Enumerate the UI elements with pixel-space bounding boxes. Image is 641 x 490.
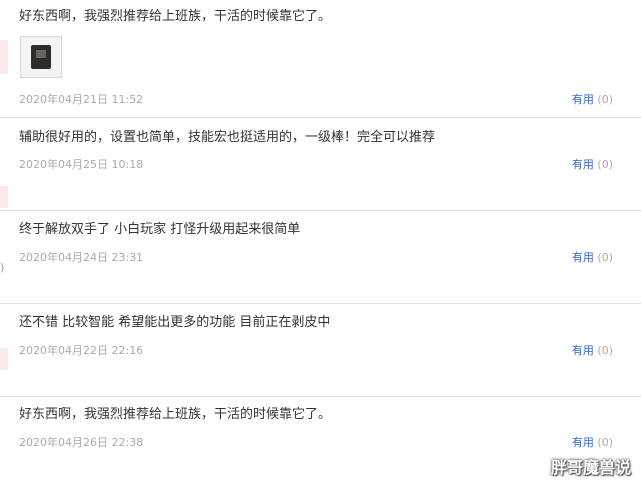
helpful-button[interactable]: 有用 (0) <box>572 93 613 107</box>
edge-artifact <box>0 186 8 208</box>
helpful-button[interactable]: 有用 (0) <box>572 158 613 172</box>
helpful-button[interactable]: 有用 (0) <box>572 344 613 358</box>
review-list: 好东西啊，我强烈推荐给上班族，干活的时候靠它了。 2020年04月21日 11:… <box>0 0 641 490</box>
review-text: 好东西啊，我强烈推荐给上班族，干活的时候靠它了。 <box>19 407 332 422</box>
review-item: 好东西啊，我强烈推荐给上班族，干活的时候靠它了。 2020年04月26日 22:… <box>0 397 641 490</box>
helpful-count: (0) <box>597 344 613 357</box>
review-text: 还不错 比较智能 希望能出更多的功能 目前正在剥皮中 <box>19 315 331 330</box>
edge-glyph: ) <box>0 261 5 274</box>
helpful-label[interactable]: 有用 <box>572 344 594 357</box>
edge-artifact <box>0 40 8 74</box>
review-item: 终于解放双手了 小白玩家 打怪升级用起来很简单 2020年04月24日 23:3… <box>0 211 641 303</box>
helpful-button[interactable]: 有用 (0) <box>572 251 613 265</box>
helpful-label[interactable]: 有用 <box>572 158 594 171</box>
review-item: 还不错 比较智能 希望能出更多的功能 目前正在剥皮中 2020年04月22日 2… <box>0 304 641 396</box>
helpful-label[interactable]: 有用 <box>572 436 594 449</box>
review-date: 2020年04月25日 10:18 <box>19 158 144 171</box>
helpful-label[interactable]: 有用 <box>572 93 594 106</box>
review-text: 辅助很好用的，设置也简单，技能宏也挺适用的，一级棒！完全可以推荐 <box>19 130 436 145</box>
review-text: 好东西啊，我强烈推荐给上班族，干活的时候靠它了。 <box>19 9 332 24</box>
helpful-count: (0) <box>597 251 613 264</box>
helpful-button[interactable]: 有用 (0) <box>572 436 613 450</box>
review-item: 好东西啊，我强烈推荐给上班族，干活的时候靠它了。 2020年04月21日 11:… <box>0 0 641 117</box>
helpful-count: (0) <box>597 93 613 106</box>
review-item: 辅助很好用的，设置也简单，技能宏也挺适用的，一级棒！完全可以推荐 2020年04… <box>0 118 641 210</box>
edge-artifact <box>0 348 8 370</box>
helpful-count: (0) <box>597 436 613 449</box>
helpful-count: (0) <box>597 158 613 171</box>
review-image-thumbnail[interactable] <box>20 36 62 78</box>
helpful-label[interactable]: 有用 <box>572 251 594 264</box>
product-image <box>31 45 51 69</box>
review-date: 2020年04月22日 22:16 <box>19 344 144 357</box>
review-date: 2020年04月26日 22:38 <box>19 436 144 449</box>
review-date: 2020年04月21日 11:52 <box>19 93 144 106</box>
review-text: 终于解放双手了 小白玩家 打怪升级用起来很简单 <box>19 222 301 237</box>
watermark: 胖哥魔兽说 <box>550 458 631 477</box>
review-date: 2020年04月24日 23:31 <box>19 251 144 264</box>
